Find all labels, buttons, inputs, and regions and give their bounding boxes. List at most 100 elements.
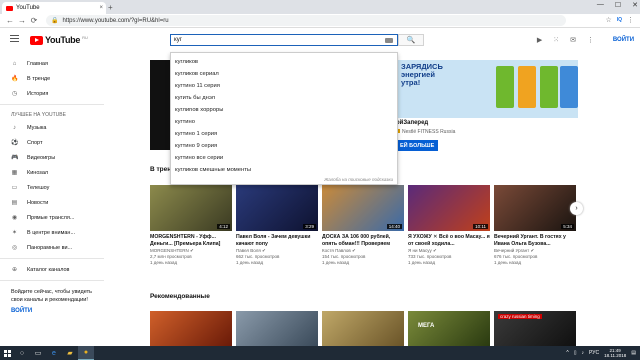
- forward-icon[interactable]: →: [16, 16, 28, 25]
- extension-iq-icon[interactable]: IQ: [617, 17, 622, 23]
- video-card[interactable]: 10:11 Я УХОЖУ ✕ Всё о воо Масау... я от …: [408, 185, 490, 266]
- menu-dots-icon[interactable]: ⋮: [627, 16, 634, 24]
- upload-video-icon[interactable]: ▶︎: [537, 36, 542, 44]
- ad-creative[interactable]: ЗАРЯДИСЬ энергией утра!: [396, 60, 578, 118]
- suggestion-item[interactable]: кугтино все серии: [171, 152, 397, 164]
- maximize-icon[interactable]: ☐: [615, 1, 621, 9]
- sidebar-item-sport[interactable]: ⚽ Спорт: [0, 135, 104, 150]
- network-icon[interactable]: ▯: [574, 350, 577, 356]
- sidebar-item-label: Музыка: [27, 124, 47, 131]
- notifications-icon[interactable]: ▤: [631, 350, 636, 356]
- sidebar-item-label: Телешоу: [27, 184, 50, 191]
- suggestion-item[interactable]: куглиnов хорроры: [171, 104, 397, 116]
- search-suggestions-dropdown: кугликов кугликов сериал кугтино 11 сери…: [170, 52, 398, 185]
- start-button[interactable]: [0, 349, 14, 357]
- product-pack-image: [540, 66, 558, 108]
- suggestion-item[interactable]: кугликов сериал: [171, 68, 397, 80]
- search-icon[interactable]: ○: [14, 346, 30, 360]
- search-value: куг: [174, 37, 182, 43]
- ad-cta-button[interactable]: ЕЙ БОЛЬШЕ: [396, 140, 439, 151]
- video-thumbnail[interactable]: crazy russian timing: [494, 311, 576, 346]
- hamburger-menu-icon[interactable]: [10, 35, 19, 44]
- star-icon[interactable]: ☆: [605, 16, 611, 24]
- video-thumbnail[interactable]: [236, 311, 318, 346]
- clock[interactable]: 21:49 18.11.2018: [604, 348, 626, 358]
- search-button[interactable]: 🔍: [398, 34, 424, 46]
- video-thumbnail[interactable]: 10:11: [408, 185, 490, 231]
- suggestion-item[interactable]: кугликов смешные моменты: [171, 164, 397, 176]
- suggestion-item[interactable]: кугликов: [171, 56, 397, 68]
- chrome-icon[interactable]: ●: [78, 346, 94, 360]
- video-thumbnail[interactable]: МЕГА: [408, 311, 490, 346]
- settings-icon[interactable]: ⋮: [587, 36, 594, 44]
- banner-image[interactable]: [150, 60, 170, 150]
- sidebar-item-spotlight[interactable]: ✶ В центре вниман...: [0, 225, 104, 240]
- video-thumbnail[interactable]: 5:34: [494, 185, 576, 231]
- tab-close-icon[interactable]: ×: [99, 5, 106, 11]
- minimize-icon[interactable]: —: [597, 1, 604, 9]
- sidebar-item-history[interactable]: ◷ История: [0, 86, 104, 101]
- sidebar-item-music[interactable]: ♪ Музыка: [0, 120, 104, 135]
- reload-icon[interactable]: ⟳: [28, 16, 40, 25]
- video-thumbnail[interactable]: [322, 311, 404, 346]
- youtube-logo[interactable]: YouTube RU: [30, 35, 88, 45]
- task-view-icon[interactable]: ▭: [30, 346, 46, 360]
- video-duration: 4:12: [217, 224, 230, 229]
- browser-extensions: ☆ IQ ⋮: [605, 16, 634, 24]
- sidebar-divider: [0, 258, 104, 259]
- sidebar-signin-button[interactable]: ВОЙТИ: [0, 308, 104, 314]
- video-card[interactable]: 4:12 MORGENSHTERN - Уфф... Деньги... [Пр…: [150, 185, 232, 266]
- sidebar-item-360[interactable]: ◎ Панорамные ви...: [0, 240, 104, 255]
- suggestion-item[interactable]: кугтино 9 серия: [171, 140, 397, 152]
- keyboard-icon[interactable]: [385, 38, 393, 43]
- volume-icon[interactable]: ♪: [582, 350, 585, 356]
- video-title[interactable]: ДОСКА ЗА 106 000 рублей, опять обман!!! …: [322, 234, 404, 247]
- video-card[interactable]: 3:29 Павел Воля - Зачем девушки качают п…: [236, 185, 318, 266]
- suggestion-item[interactable]: кугтино 11 серия: [171, 80, 397, 92]
- section-title-recommended: Рекомендованные: [150, 293, 210, 300]
- video-card[interactable]: 5:34 Вечерний Ургант. В гостях у Ивана О…: [494, 185, 576, 266]
- sidebar-item-catalog[interactable]: ⊕ Каталог каналов: [0, 262, 104, 277]
- video-title[interactable]: Павел Воля - Зачем девушки качают попу: [236, 234, 318, 247]
- suggestion-item[interactable]: кугтино 1 серия: [171, 128, 397, 140]
- report-suggestions-link[interactable]: Жалоба на поисковые подсказки: [324, 177, 393, 182]
- video-thumbnail[interactable]: 14:40: [322, 185, 404, 231]
- tray-arrow-icon[interactable]: ^: [566, 350, 568, 356]
- close-window-icon[interactable]: ✕: [632, 1, 638, 9]
- sidebar-item-movies[interactable]: ▦ Кинозал: [0, 165, 104, 180]
- sidebar-item-live[interactable]: ◉ Прямые трансля...: [0, 210, 104, 225]
- ad-title[interactable]: ойЗаперед: [396, 120, 428, 126]
- section-title-trending[interactable]: В трен: [150, 166, 171, 173]
- keyboard-language[interactable]: РУС: [589, 350, 599, 356]
- windows-logo-icon: [3, 349, 11, 357]
- sidebar-item-tvshows[interactable]: ▭ Телешоу: [0, 180, 104, 195]
- video-title[interactable]: Вечерний Ургант. В гостях у Ивана Ольга …: [494, 234, 576, 247]
- apps-grid-icon[interactable]: ⁙: [553, 36, 559, 44]
- video-thumbnail[interactable]: 3:29: [236, 185, 318, 231]
- back-icon[interactable]: ←: [4, 16, 16, 25]
- news-icon: ▤: [11, 200, 18, 206]
- carousel-next-icon[interactable]: ›: [570, 202, 583, 215]
- file-explorer-icon[interactable]: ▰: [62, 346, 78, 360]
- address-bar[interactable]: 🔒 https://www.youtube.com/?gl=RU&hl=ru: [46, 15, 566, 26]
- sidebar-divider: [0, 104, 104, 105]
- ad-advertiser: Nestlé FITNESS Russia: [396, 129, 455, 135]
- video-thumbnail[interactable]: [150, 311, 232, 346]
- search-input[interactable]: куг: [170, 34, 398, 46]
- signin-button[interactable]: ВОЙТИ: [613, 37, 634, 43]
- browser-tab[interactable]: YouTube ×: [2, 2, 106, 14]
- video-thumbnail[interactable]: 4:12: [150, 185, 232, 231]
- video-title[interactable]: MORGENSHTERN - Уфф... Деньги... [Премьер…: [150, 234, 232, 247]
- sidebar-item-gaming[interactable]: 🎮 Видеоигры: [0, 150, 104, 165]
- suggestion-item[interactable]: кугить бы днэл: [171, 92, 397, 104]
- sidebar-item-home[interactable]: ⌂ Главная: [0, 56, 104, 71]
- video-card[interactable]: 14:40 ДОСКА ЗА 106 000 рублей, опять обм…: [322, 185, 404, 266]
- suggestion-item[interactable]: кугтино: [171, 116, 397, 128]
- edge-icon[interactable]: e: [46, 346, 62, 360]
- sidebar-item-news[interactable]: ▤ Новости: [0, 195, 104, 210]
- messages-icon[interactable]: ✉: [570, 36, 576, 44]
- sidebar-item-trending[interactable]: 🔥 В тренде: [0, 71, 104, 86]
- video-title[interactable]: Я УХОЖУ ✕ Всё о воо Масау... я от своей …: [408, 234, 490, 247]
- new-tab-button[interactable]: +: [108, 3, 113, 12]
- ad-headline: ЗАРЯДИСЬ энергией утра!: [401, 63, 443, 87]
